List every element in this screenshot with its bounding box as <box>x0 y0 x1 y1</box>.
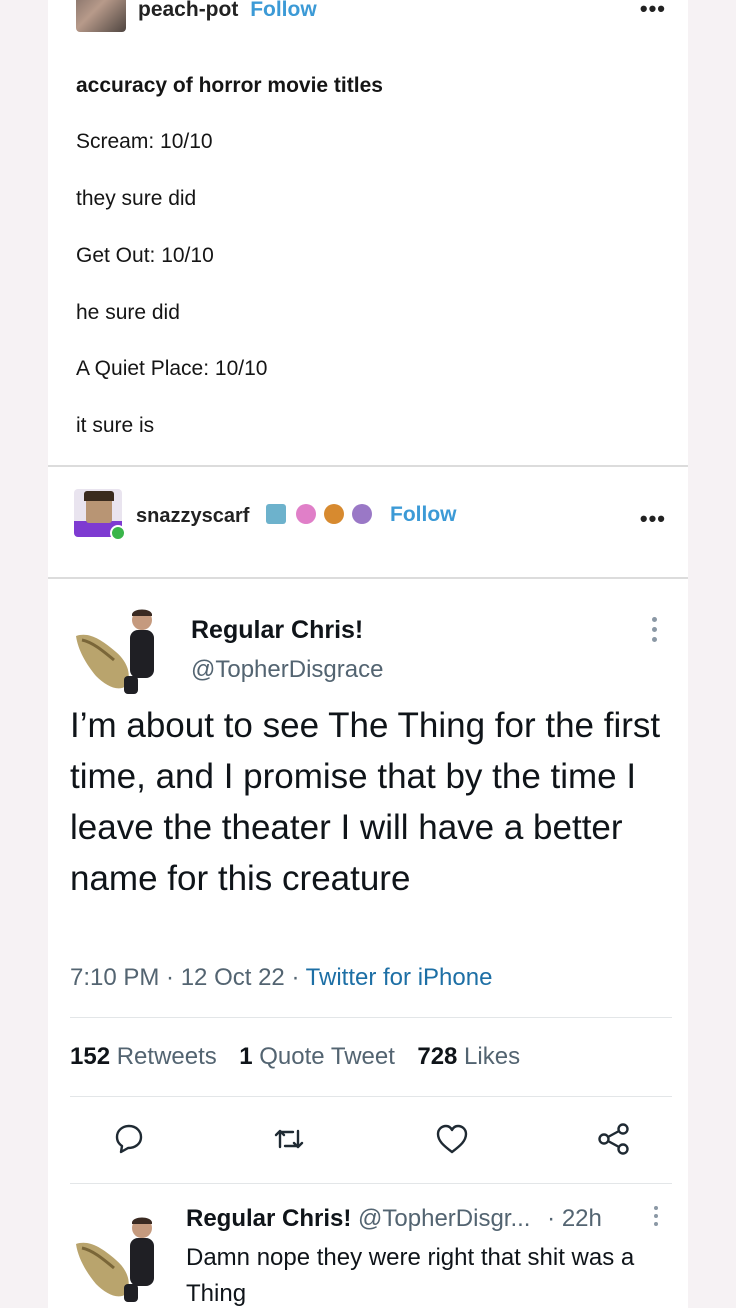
reply-text: Damn nope they were right that shit was … <box>186 1244 635 1307</box>
reblog-badge-icon <box>110 525 126 541</box>
post-divider <box>48 465 688 467</box>
retweet-icon[interactable] <box>271 1121 307 1157</box>
camera-badge-icon <box>352 504 372 524</box>
post1-follow-button[interactable]: Follow <box>250 0 317 21</box>
likes-stat[interactable]: 728 Likes <box>417 1043 520 1070</box>
tweet-source[interactable]: Twitter for iPhone <box>306 964 493 991</box>
post1-header: peach-pot Follow <box>138 0 317 22</box>
pink-badge-icon <box>296 504 316 524</box>
tweet-avatar[interactable] <box>70 606 170 698</box>
tweet-handle[interactable]: @TopherDisgrace <box>191 656 383 684</box>
post1-title: accuracy of horror movie titles <box>76 74 383 97</box>
tweet-stats: 152 Retweets 1 Quote Tweet 728 Likes <box>70 1043 520 1071</box>
tweet-meta: 7:10 PM · 12 Oct 22 · Twitter for iPhone <box>70 964 492 992</box>
post2-more-icon[interactable]: ••• <box>640 508 666 530</box>
tumblr-feed: peach-pot Follow ••• accuracy of horror … <box>48 0 688 1308</box>
paw-badge-icon <box>324 504 344 524</box>
tweet-divider <box>70 1017 672 1018</box>
quote-tweets-stat[interactable]: 1 Quote Tweet <box>239 1043 395 1070</box>
reply-display-name[interactable]: Regular Chris! <box>186 1205 351 1232</box>
post1-line: A Quiet Place: 10/10 <box>76 357 268 380</box>
peach-pot-avatar[interactable] <box>76 0 126 32</box>
reply-avatar[interactable] <box>70 1214 170 1306</box>
post2-username[interactable]: snazzyscarf <box>136 505 249 528</box>
tweet-text: I’m about to see The Thing for the first… <box>70 706 661 898</box>
tweet-divider <box>70 1183 672 1184</box>
like-icon[interactable] <box>434 1121 470 1157</box>
post1-line: he sure did <box>76 301 180 324</box>
share-icon[interactable] <box>596 1121 632 1157</box>
post1-more-icon[interactable]: ••• <box>640 0 666 20</box>
post1-line: they sure did <box>76 187 197 210</box>
reply-header: Regular Chris! @TopherDisgr... · 22h <box>186 1205 602 1233</box>
post-divider <box>48 577 688 579</box>
reply-icon[interactable] <box>111 1121 147 1157</box>
tweet-more-icon[interactable] <box>652 617 660 645</box>
post2-follow-button[interactable]: Follow <box>390 503 457 527</box>
post1-line: Get Out: 10/10 <box>76 244 214 267</box>
retweets-stat[interactable]: 152 Retweets <box>70 1043 217 1070</box>
reply-more-icon[interactable] <box>654 1206 662 1230</box>
reply-handle[interactable]: @TopherDisgr... <box>358 1205 530 1232</box>
post1-line: it sure is <box>76 414 155 437</box>
reply-age[interactable]: · 22h <box>547 1205 602 1232</box>
post1-line: Scream: 10/10 <box>76 130 213 153</box>
post1-username[interactable]: peach-pot <box>138 0 238 21</box>
tweet-divider <box>70 1096 672 1097</box>
tweet-time[interactable]: 7:10 PM · 12 Oct 22 · <box>70 964 306 991</box>
tweet-display-name[interactable]: Regular Chris! <box>191 616 363 645</box>
ticket-badge-icon <box>266 504 286 524</box>
